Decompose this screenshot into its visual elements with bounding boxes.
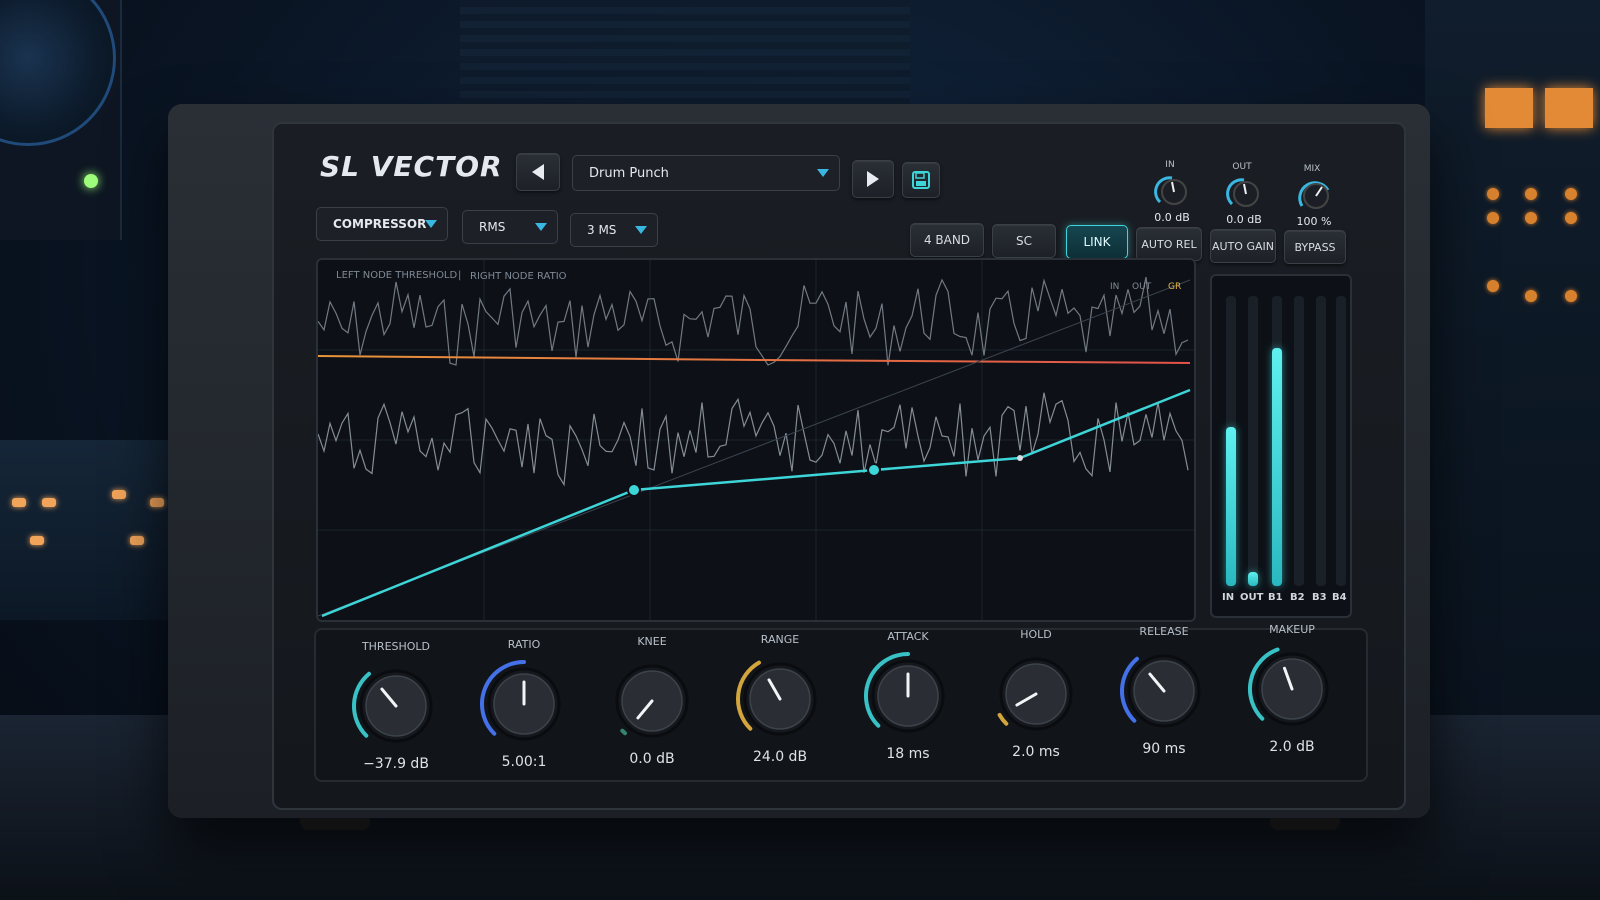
detection-dropdown[interactable]: RMS: [462, 210, 558, 244]
app-logo: SL VECTOR: [320, 150, 503, 183]
triangle-left-icon: [532, 164, 544, 180]
threshold-knob[interactable]: [346, 656, 446, 756]
in-label: IN: [1165, 160, 1175, 170]
knob-label: KNEE: [637, 635, 667, 648]
bypass-button[interactable]: BYPASS: [1284, 230, 1346, 264]
save-preset-button[interactable]: [902, 162, 940, 198]
hint-right: RIGHT NODE RATIO: [470, 271, 567, 282]
toggle-label: BYPASS: [1294, 240, 1336, 254]
input-gain-knob[interactable]: [1152, 172, 1192, 212]
meter-track-in: [1226, 296, 1236, 586]
lookahead-value: 3 MS: [587, 223, 617, 237]
lookahead-dropdown[interactable]: 3 MS: [570, 213, 658, 247]
meter-fill-b1: [1272, 348, 1282, 586]
threshold-node[interactable]: [627, 483, 641, 497]
triangle-right-icon: [867, 171, 879, 187]
knee-knob[interactable]: [602, 651, 702, 751]
next-preset-button[interactable]: [852, 160, 894, 198]
curve-node[interactable]: [1017, 455, 1023, 461]
mix-value: 100 %: [1296, 215, 1332, 228]
toggle-label: LINK: [1083, 235, 1111, 249]
chevron-down-icon: [635, 226, 647, 234]
detection-value: RMS: [479, 220, 506, 234]
out-label: OUT: [1232, 162, 1252, 172]
background-grille: [460, 0, 910, 110]
toggle-label: 4 BAND: [923, 233, 971, 247]
speaker-cone: [0, 0, 116, 146]
meter-track-b3: [1316, 296, 1326, 586]
meter-track-b2: [1294, 296, 1304, 586]
background-rack: [1425, 0, 1600, 720]
knob-value: 2.0 dB: [1269, 738, 1315, 755]
knob-label: ATTACK: [887, 630, 929, 643]
knob-value: 5.00:1: [501, 753, 547, 770]
mix-label: MIX: [1303, 164, 1321, 174]
meter-label-out: OUT: [1240, 592, 1264, 603]
meter-label-b4: B4: [1332, 592, 1347, 603]
chevron-down-icon: [817, 169, 829, 177]
hold-knob[interactable]: [986, 644, 1086, 744]
transfer-curve-graph[interactable]: LEFT NODE THRESHOLD | RIGHT NODE RATIO I…: [316, 258, 1196, 622]
knob-label: MAKEUP: [1269, 622, 1315, 636]
meter-track-out: [1248, 296, 1258, 586]
ratio-knob[interactable]: [474, 654, 574, 754]
meter-track-b4: [1336, 296, 1346, 586]
auto-release-button[interactable]: AUTO REL: [1136, 227, 1202, 261]
knob-value: 90 ms: [1142, 741, 1186, 757]
chevron-down-icon: [535, 223, 547, 231]
chevron-down-icon: [425, 220, 437, 228]
knob-value: 24.0 dB: [752, 748, 808, 765]
preset-dropdown[interactable]: Drum Punch: [572, 155, 840, 191]
meter-label-b3: B3: [1312, 592, 1327, 603]
hint-left: LEFT NODE THRESHOLD: [336, 270, 458, 281]
out-value: 0.0 dB: [1226, 213, 1262, 226]
knob-label: RELEASE: [1139, 625, 1189, 638]
auto-gain-button[interactable]: AUTO GAIN: [1210, 229, 1276, 263]
device-foot: [300, 818, 370, 830]
attack-knob[interactable]: [858, 646, 958, 746]
toggle-label: AUTO REL: [1141, 237, 1197, 251]
knob-label: THRESHOLD: [361, 640, 431, 653]
knob-label: HOLD: [1020, 627, 1052, 641]
ratio-node[interactable]: [867, 463, 881, 477]
makeup-knob[interactable]: [1242, 639, 1342, 739]
knob-value: 2.0 ms: [1012, 743, 1060, 760]
prev-preset-button[interactable]: [516, 153, 560, 191]
four-band-button[interactable]: 4 BAND: [910, 223, 984, 257]
curve-canvas: [318, 260, 1194, 620]
sidechain-button[interactable]: SC: [992, 224, 1056, 258]
knob-label: RANGE: [760, 632, 800, 646]
toggle-label: AUTO GAIN: [1212, 239, 1274, 253]
hint-separator: |: [458, 270, 462, 281]
background-mixer: [0, 440, 175, 620]
meter-label-in: IN: [1222, 592, 1235, 603]
mode-value: COMPRESSOR: [333, 217, 427, 231]
meter-label-b2: B2: [1290, 592, 1305, 603]
mix-knob[interactable]: [1294, 176, 1334, 216]
speaker-power-led: [84, 174, 98, 188]
output-gain-knob[interactable]: [1224, 174, 1264, 214]
in-value: 0.0 dB: [1154, 211, 1190, 224]
meter-track-b1: [1272, 296, 1282, 586]
meter-fill-in: [1226, 426, 1236, 586]
device-foot: [1270, 818, 1340, 830]
knob-value: 0.0 dB: [629, 751, 675, 767]
background-speaker: [0, 0, 122, 240]
legend-gr: GR: [1168, 282, 1182, 292]
knob-value: −37.9 dB: [363, 756, 429, 772]
meter-label-b1: B1: [1268, 592, 1283, 603]
range-knob[interactable]: [730, 649, 830, 749]
mode-dropdown[interactable]: COMPRESSOR: [316, 207, 448, 241]
floppy-disk-icon: [912, 171, 930, 189]
knob-label: RATIO: [507, 637, 541, 651]
preset-name: Drum Punch: [589, 165, 669, 181]
meter-fill-out: [1248, 571, 1258, 586]
legend-out: OUT: [1132, 282, 1152, 292]
knob-value: 18 ms: [886, 746, 930, 762]
release-knob[interactable]: [1114, 641, 1214, 741]
link-button[interactable]: LINK: [1066, 225, 1128, 259]
toggle-label: SC: [1016, 234, 1032, 248]
level-meter-panel: IN OUT B1 B2 B3 B4: [1210, 274, 1352, 618]
legend-in: IN: [1110, 282, 1120, 292]
